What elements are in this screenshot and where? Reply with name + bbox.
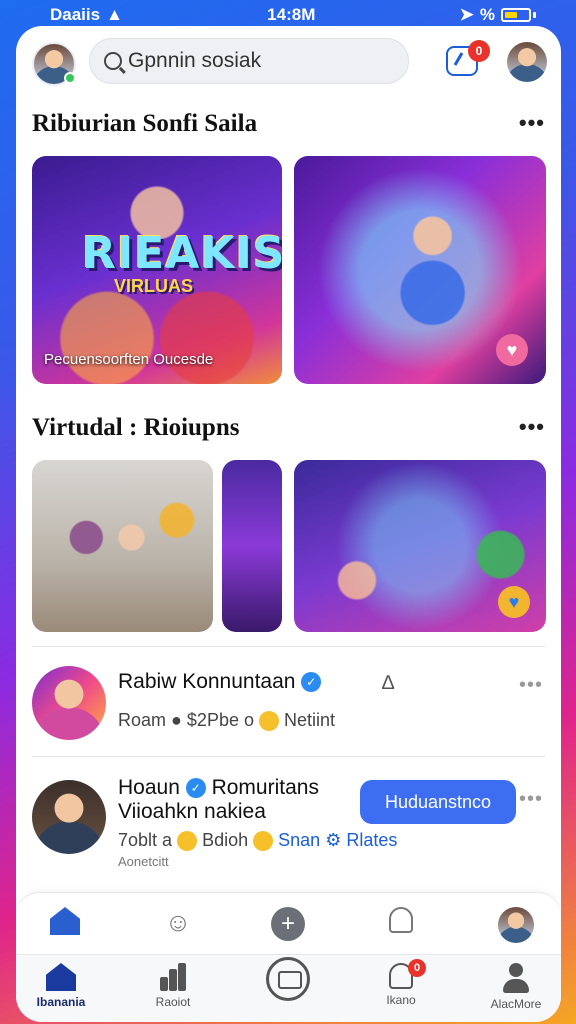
featured-card-1[interactable]: RIEAKIS VIRLUAS Pecuensoorften Oucesde [32, 156, 282, 384]
battery-cap [532, 12, 536, 18]
app-card: Gpnnin sosiak 0 Ribiurian Sonfi Saila ••… [16, 26, 561, 1022]
home-icon [46, 963, 76, 991]
divider [32, 756, 545, 757]
tab-more-label: AlacMore [490, 997, 542, 1011]
status-bar-left: Daaiis ▲ [50, 5, 123, 25]
feed-item-2-meta-a: 7oblt a [118, 830, 173, 850]
emoji-icon [177, 831, 198, 852]
group-photo-1[interactable] [32, 460, 213, 632]
online-status-dot [64, 72, 76, 84]
feed-item-2-name-a: Hoaun [118, 776, 180, 799]
tab-stats[interactable]: Raoiot [128, 963, 218, 1009]
clock: 14:8M [267, 5, 316, 24]
share-icon[interactable]: ∆ [382, 672, 394, 695]
section2-more-button[interactable]: ••• [519, 414, 545, 440]
follow-button[interactable]: Huduanstnco [360, 780, 516, 824]
chart-icon [158, 963, 188, 991]
tab-more[interactable]: AlacMore [471, 963, 561, 1011]
tab-notifications-label: Ikano [386, 993, 416, 1007]
feed-item-1-meta: Roam ● $2Pbe o Netiint [118, 710, 336, 732]
search-placeholder: Gpnnin sosiak [128, 49, 262, 72]
card-logo-text: RIEAKIS [82, 228, 282, 279]
heart-badge-icon: ♥ [498, 586, 530, 618]
heart-icon: ♥ [496, 334, 528, 366]
inner-nav-bar: ☺ + [16, 892, 561, 954]
notification-badge: 0 [468, 40, 490, 62]
profile-nav-avatar[interactable] [498, 907, 534, 943]
status-bar-right: ➤ % [460, 5, 536, 25]
feed-item-1-meta-b: $2Pbe o [186, 710, 254, 730]
group-photo-3[interactable]: ♥ [294, 460, 546, 632]
add-icon[interactable]: + [271, 907, 305, 941]
carrier-label: Daaiis [50, 5, 101, 24]
emoji-icon [259, 711, 279, 732]
chat-icon[interactable]: ☺ [161, 907, 195, 941]
section-title-2: Virtudal : Rioiupns [32, 414, 240, 441]
feed-item-2-name-b: Romuritans [211, 776, 319, 799]
feed-item-2-meta: 7oblt a Bdioh Snan ⚙ Rlates [118, 830, 397, 852]
feed-item-2-meta-c[interactable]: Snan [278, 830, 320, 850]
card-caption: Pecuensoorften Oucesde [44, 351, 214, 368]
feed-item-2-avatar[interactable] [32, 780, 106, 854]
feed-item-2-subtitle: Viioahkn nakiea [118, 800, 266, 823]
feed-item-1-more-button[interactable]: ••• [519, 674, 543, 697]
feed-item-1-avatar[interactable] [32, 666, 106, 740]
tab-notification-badge: 0 [408, 959, 426, 977]
feed-item-1-name[interactable]: Rabiw Konnuntaan ✓ [118, 670, 322, 694]
card-logo-subtitle: VIRLUAS [114, 276, 194, 296]
tab-notifications[interactable]: 0 Ikano [356, 959, 446, 1007]
feed-item-2-meta-b: Bdioh [202, 830, 249, 850]
group-photo-2[interactable] [222, 460, 282, 632]
feed-item-1-name-text: Rabiw Konnuntaan [118, 670, 296, 693]
featured-card-2[interactable]: ♥ [294, 156, 546, 384]
battery-percent: % [479, 5, 495, 24]
location-icon: ➤ [459, 5, 474, 24]
emoji-icon [253, 831, 274, 852]
home-nav-icon[interactable] [48, 907, 82, 941]
tab-home[interactable]: Ibanania [16, 963, 106, 1009]
wifi-icon: ▲ [106, 5, 123, 24]
feed-item-1-meta-c: Netiint [284, 710, 336, 730]
divider [32, 646, 545, 647]
feed-item-2-more-button[interactable]: ••• [519, 788, 543, 811]
verified-icon: ✓ [301, 672, 322, 693]
dot-icon: ● [171, 710, 182, 730]
tab-camera[interactable] [243, 957, 333, 1005]
feed-item-2-sub: Aonetcitt [118, 854, 169, 869]
section-title-1: Ribiurian Sonfi Saila [32, 110, 258, 137]
battery-icon [500, 8, 531, 22]
verified-icon: ✓ [185, 778, 206, 799]
search-icon [104, 52, 122, 70]
settings-icon: ⚙ [325, 830, 342, 850]
alert-icon[interactable] [384, 907, 418, 941]
bottom-tab-bar: Ibanania Raoiot 0 Ikano AlacMore [16, 954, 561, 1022]
camera-icon [266, 957, 310, 1001]
section1-more-button[interactable]: ••• [519, 110, 545, 136]
tab-home-label: Ibanania [36, 995, 86, 1009]
top-bar: Gpnnin sosiak 0 [16, 26, 561, 102]
feed-item-1-meta-a: Roam [118, 710, 167, 730]
person-icon [501, 963, 531, 993]
feed-item-2-meta-d[interactable]: Rlates [346, 830, 397, 850]
friend-avatar[interactable] [507, 42, 547, 82]
search-input[interactable]: Gpnnin sosiak [89, 38, 409, 84]
feed-item-2-name[interactable]: Hoaun ✓ Romuritans [118, 776, 319, 800]
tab-stats-label: Raoiot [155, 995, 191, 1009]
